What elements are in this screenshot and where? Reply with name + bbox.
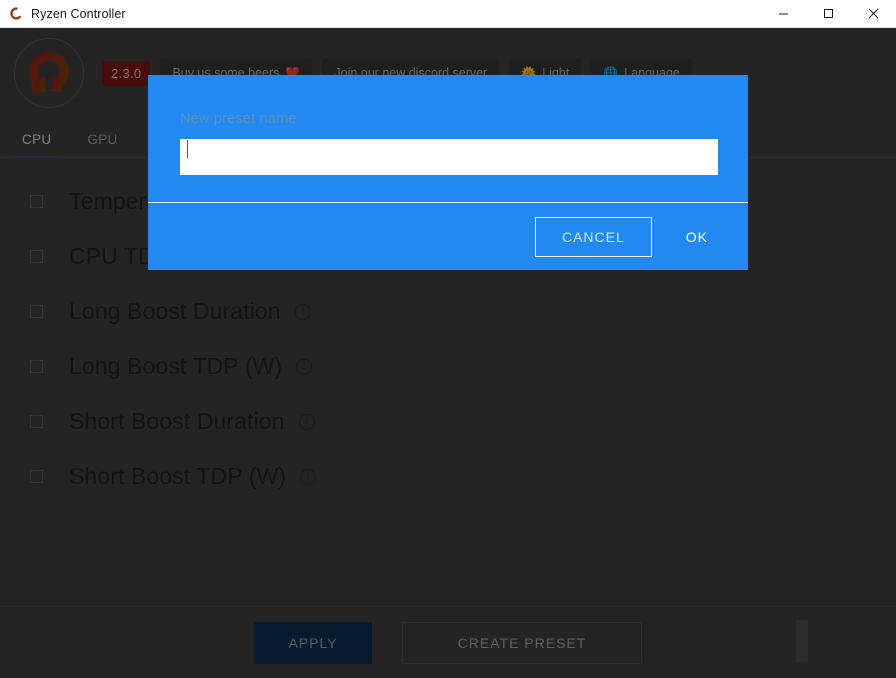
ryzen-logo-icon <box>8 6 24 22</box>
new-preset-name-label: New preset name <box>180 111 297 127</box>
minimize-button[interactable] <box>761 0 806 28</box>
titlebar: Ryzen Controller <box>0 0 896 28</box>
app-window: Ryzen Controller 2.3.0 Buy us some beers… <box>0 0 896 678</box>
window-controls <box>761 0 896 28</box>
new-preset-dialog: New preset name CANCEL OK <box>148 75 748 270</box>
window-title: Ryzen Controller <box>31 6 126 21</box>
cancel-button[interactable]: CANCEL <box>534 216 652 257</box>
dialog-body: New preset name <box>148 75 748 202</box>
new-preset-name-input[interactable] <box>180 139 718 175</box>
dialog-footer: CANCEL OK <box>148 202 748 270</box>
text-caret <box>187 140 188 158</box>
maximize-button[interactable] <box>806 0 851 28</box>
ok-button[interactable]: OK <box>680 218 714 256</box>
close-button[interactable] <box>851 0 896 28</box>
